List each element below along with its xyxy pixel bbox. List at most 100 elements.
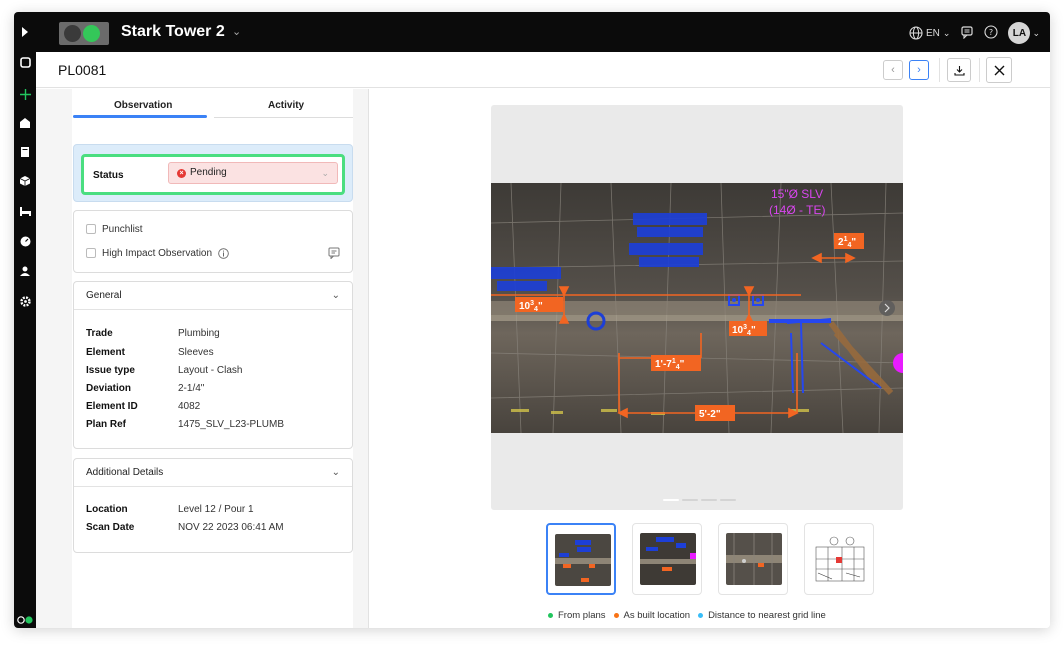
download-icon — [953, 65, 965, 76]
legend-label: As built location — [623, 610, 691, 621]
detail-value: NOV 22 2023 06:41 AM — [178, 522, 284, 533]
detail-key: Location — [86, 504, 128, 515]
chat-icon[interactable] — [960, 25, 974, 42]
status-label: Status — [93, 170, 124, 181]
expand-icon[interactable] — [14, 24, 36, 40]
pager-dot[interactable] — [682, 499, 698, 501]
divider — [939, 58, 940, 82]
status-card: Status × Pending ⌄ — [73, 144, 353, 202]
detail-key: Issue type — [86, 365, 135, 376]
document-icon[interactable] — [14, 144, 36, 160]
thumbnail[interactable] — [718, 523, 788, 595]
detail-value: 2-1/4" — [178, 383, 205, 394]
svg-text:?: ? — [989, 28, 993, 37]
detail-key: Element ID — [86, 401, 138, 412]
tab-bar: Observation Activity — [72, 89, 353, 133]
app-window: Stark Tower 2 ⌄ EN ⌄ ? LA ⌄ PL0081 ‹ › O… — [14, 12, 1050, 628]
high-impact-label: High Impact Observation — [102, 247, 213, 259]
detail-value: 1475_SLV_L23-PLUMB — [178, 419, 284, 430]
carousel-next-button[interactable] — [879, 300, 895, 316]
legend-item: Distance to nearest grid line — [698, 610, 826, 621]
gauge-icon[interactable] — [14, 233, 36, 249]
punchlist-checkbox[interactable] — [86, 224, 96, 234]
chevron-down-icon: ⌄ — [1032, 27, 1040, 38]
chevron-down-icon: ⌄ — [321, 168, 329, 178]
app-logo[interactable] — [59, 22, 109, 45]
dimension-label: 1'-714" — [655, 358, 685, 371]
high-impact-row: High Impact Observation — [86, 246, 229, 260]
bed-icon[interactable] — [14, 203, 36, 219]
additional-details-card: Additional Details ⌄ Location Level 12 / … — [73, 458, 353, 553]
thumbnail[interactable] — [804, 523, 874, 595]
status-row: Status × Pending ⌄ — [81, 154, 345, 195]
additional-details-header[interactable]: Additional Details ⌄ — [74, 459, 352, 487]
sleeve-size-label: 15"Ø SLV — [771, 187, 823, 201]
tab-observation[interactable]: Observation — [114, 100, 172, 111]
globe-icon — [909, 26, 923, 40]
image-viewer[interactable]: 15"Ø SLV (14Ø - TE) 1034" 1034" 214" 1'-… — [491, 105, 903, 510]
left-rail — [14, 12, 36, 628]
record-id: PL0081 — [58, 62, 107, 78]
dimension-label: 5'-2" — [699, 409, 721, 420]
divider — [979, 58, 980, 82]
additional-details-title: Additional Details — [86, 467, 164, 478]
thumbnail[interactable] — [546, 523, 616, 595]
chevron-left-icon: ‹ — [891, 64, 895, 76]
project-name[interactable]: Stark Tower 2 — [121, 23, 225, 41]
home-icon[interactable] — [14, 115, 36, 131]
user-menu[interactable]: LA ⌄ — [1008, 22, 1040, 44]
legend-swatch — [613, 613, 619, 618]
legend-label: From plans — [558, 610, 606, 621]
high-impact-checkbox[interactable] — [86, 248, 96, 258]
detail-value: Sleeves — [178, 347, 214, 358]
map-legend: From plans As built location Distance to… — [548, 610, 826, 621]
help-icon[interactable]: ? — [984, 24, 999, 42]
flags-card: Punchlist High Impact Observation — [73, 210, 353, 273]
language-selector[interactable]: EN ⌄ — [909, 26, 950, 40]
square-icon[interactable] — [14, 54, 36, 70]
punchlist-row: Punchlist — [86, 222, 143, 236]
close-icon — [994, 65, 1004, 75]
chevron-down-icon: ⌄ — [331, 467, 340, 478]
pager-dot[interactable] — [663, 499, 679, 501]
detail-value: 4082 — [178, 401, 201, 412]
general-title: General — [86, 290, 122, 301]
download-button[interactable] — [947, 58, 971, 82]
legend-item: As built location — [613, 610, 691, 621]
image-pager — [663, 499, 736, 501]
dimension-label: 214" — [838, 236, 856, 249]
next-button[interactable]: › — [909, 60, 929, 80]
close-button[interactable] — [986, 57, 1012, 83]
active-tab-indicator — [73, 115, 207, 118]
general-header[interactable]: General ⌄ — [74, 282, 352, 310]
chevron-down-icon: ⌄ — [331, 290, 340, 301]
legend-item: From plans — [548, 610, 606, 621]
legend-label: Distance to nearest grid line — [708, 610, 826, 621]
crosshair-icon[interactable] — [14, 86, 36, 102]
sleeve-spec-label: (14Ø - TE) — [769, 203, 825, 217]
detail-key: Plan Ref — [86, 419, 127, 430]
thumbnail[interactable] — [632, 523, 702, 595]
comment-icon[interactable] — [328, 246, 340, 264]
general-card: General ⌄ Trade Plumbing Element Sleeves I… — [73, 281, 353, 449]
tab-activity[interactable]: Activity — [268, 100, 304, 111]
detail-key: Element — [86, 347, 125, 358]
pager-dot[interactable] — [701, 499, 717, 501]
user-icon[interactable] — [14, 263, 36, 279]
detail-key: Deviation — [86, 383, 132, 394]
gear-icon[interactable] — [14, 293, 36, 309]
cube-icon[interactable] — [14, 173, 36, 189]
pager-dot[interactable] — [720, 499, 736, 501]
chevron-down-icon[interactable]: ⌄ — [232, 25, 241, 38]
punchlist-label: Punchlist — [102, 223, 143, 235]
chevron-down-icon: ⌄ — [942, 27, 951, 38]
status-value: Pending — [190, 167, 227, 178]
language-label: EN — [926, 27, 940, 39]
previous-button[interactable]: ‹ — [883, 60, 903, 80]
detail-value: Plumbing — [178, 328, 220, 339]
status-error-icon: × — [177, 169, 186, 178]
status-select[interactable]: × Pending ⌄ — [168, 162, 338, 184]
info-icon[interactable] — [218, 247, 229, 259]
detail-key: Scan Date — [86, 522, 135, 533]
scan-image[interactable]: 15"Ø SLV (14Ø - TE) 1034" 1034" 214" 1'-… — [491, 183, 903, 433]
